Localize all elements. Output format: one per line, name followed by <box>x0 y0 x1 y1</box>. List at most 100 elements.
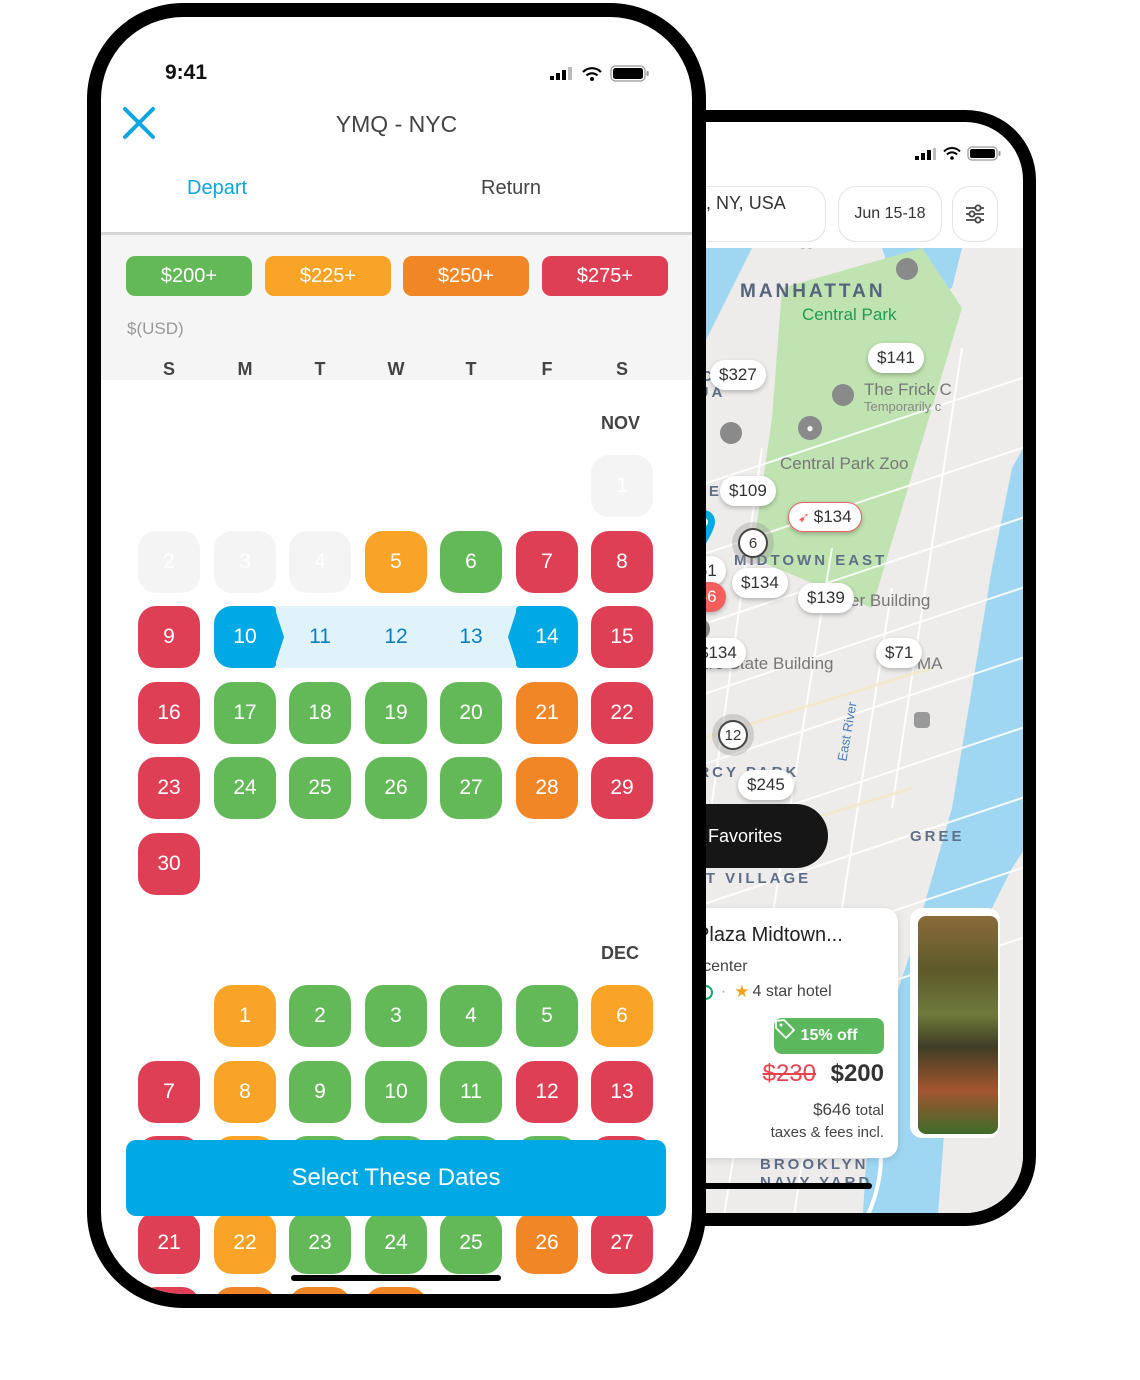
calendar-day[interactable]: 6 <box>591 985 653 1047</box>
calendar-day[interactable]: 18 <box>289 681 351 744</box>
calendar-day[interactable]: 11 <box>440 1060 502 1123</box>
favorites-label: Favorites <box>708 825 783 846</box>
calendar-day[interactable]: 30 <box>289 1287 351 1294</box>
calendar-day-selected[interactable]: 10 <box>214 606 284 668</box>
calendar-day[interactable]: 31 <box>365 1287 427 1294</box>
calendar-day[interactable]: 27 <box>440 757 502 819</box>
calendar-day[interactable]: 15 <box>591 606 653 668</box>
calendar-day[interactable]: 21 <box>138 1211 200 1274</box>
calendar-day[interactable]: 29 <box>591 757 653 819</box>
calendar-day[interactable]: 6 <box>440 530 502 593</box>
map-label-central-park: Central Park <box>802 305 897 324</box>
calendar-day[interactable]: 17 <box>214 681 276 744</box>
calendar-day[interactable]: 23 <box>289 1211 351 1274</box>
calendar-day[interactable]: 22 <box>591 681 653 744</box>
hotel-cluster[interactable]: 12 <box>718 720 748 750</box>
calendar-day[interactable]: 20 <box>440 681 502 744</box>
map-label-frick: The Frick C <box>864 380 952 399</box>
calendar-day[interactable]: 5 <box>516 985 578 1047</box>
calendar-day[interactable]: 10 <box>365 1060 427 1123</box>
calendar-day[interactable]: 28 <box>516 757 578 819</box>
next-hotel-card[interactable] <box>910 908 1000 1138</box>
calendar-day[interactable]: 12 <box>516 1060 578 1123</box>
calendar-day[interactable]: 1 <box>214 985 276 1047</box>
calendar-day[interactable]: 7 <box>138 1060 200 1123</box>
filter-button[interactable] <box>952 186 998 242</box>
museum-icon <box>832 384 854 406</box>
calendar-day[interactable]: 25 <box>440 1211 502 1274</box>
location-text: k, NY, USA <box>697 193 786 213</box>
date-range-button[interactable]: Jun 15-18 <box>838 186 942 242</box>
calendar-day[interactable]: 7 <box>516 530 578 593</box>
calendar-day[interactable]: 3 <box>365 985 427 1047</box>
wifi-icon <box>943 147 961 160</box>
calendar-day[interactable]: 19 <box>365 681 427 744</box>
hotel-photo <box>918 916 998 1134</box>
deal-price-pin[interactable]: ➹ $134 <box>788 502 862 532</box>
tag-icon <box>775 1019 795 1039</box>
price-pin[interactable]: $327 <box>710 360 766 390</box>
price-pin[interactable]: $109 <box>720 476 776 506</box>
calendar-day[interactable]: 28 <box>138 1287 200 1294</box>
weekday-label: S <box>615 359 628 379</box>
calendar-day[interactable]: 30 <box>138 832 200 895</box>
favorites-button[interactable]: Favorites <box>632 804 783 847</box>
calendar-day[interactable]: 13 <box>591 1060 653 1123</box>
discount-badge: 15% off <box>774 1018 884 1054</box>
legend-chip-225: $225+ <box>265 256 391 296</box>
battery-icon <box>967 146 1001 161</box>
calendar-day[interactable]: 13 <box>440 606 502 668</box>
calendar-day[interactable]: 29 <box>214 1287 276 1294</box>
calendar-day-selected[interactable]: 14 <box>508 606 578 668</box>
tab-depart[interactable]: Depart <box>187 177 247 200</box>
calendar-day[interactable]: 5 <box>365 530 427 593</box>
calendar-day[interactable]: 22 <box>214 1211 276 1274</box>
calendar-day[interactable]: 24 <box>365 1211 427 1274</box>
calendar-day[interactable]: 12 <box>365 606 427 668</box>
calendar-day[interactable]: 2 <box>289 985 351 1047</box>
select-dates-button[interactable]: Select These Dates <box>126 1140 666 1216</box>
calendar-day[interactable]: 16 <box>138 681 200 744</box>
calendar-day[interactable]: 23 <box>138 757 200 819</box>
flight-calendar-screen: 9:41 YMQ - NYC Depart Return $200+ $225+… <box>101 17 692 1294</box>
month-label: NOV <box>601 413 641 433</box>
total-price: $646 total <box>813 1100 884 1119</box>
original-price: $230 <box>762 1060 816 1087</box>
calendar-day[interactable]: 9 <box>138 606 200 668</box>
map-label-manhattan: MANHATTAN <box>740 281 886 302</box>
calendar-day-disabled: 1 <box>591 455 653 517</box>
calendar-day[interactable]: 9 <box>289 1060 351 1123</box>
map-label-chrysler: er Building <box>850 591 931 610</box>
hotel-cluster[interactable]: 6 <box>738 528 768 558</box>
calendar-day[interactable]: 8 <box>591 530 653 593</box>
month-label: DEC <box>601 943 640 963</box>
price-pin[interactable]: $71 <box>876 638 923 668</box>
price-pin[interactable]: $134 <box>732 568 788 598</box>
calendar-day[interactable]: 21 <box>516 681 578 744</box>
calendar-day[interactable]: 8 <box>214 1060 276 1123</box>
zoo-paw-icon: ● <box>798 416 822 440</box>
calendar-day[interactable]: 26 <box>516 1211 578 1274</box>
weekday-label: T <box>465 359 477 379</box>
weekday-label: W <box>387 359 405 379</box>
price-pin[interactable]: $245 <box>738 770 794 800</box>
calendar-day[interactable]: 26 <box>365 757 427 819</box>
calendar-day[interactable]: 27 <box>591 1211 653 1274</box>
legend-chip-275: $275+ <box>542 256 668 296</box>
currency-label: $(USD) <box>127 319 184 338</box>
battery-icon <box>610 65 649 82</box>
calendar-day[interactable]: 24 <box>214 757 276 819</box>
weekday-label: M <box>237 359 253 379</box>
calendar-day[interactable]: 11 <box>289 606 351 668</box>
transit-icon <box>914 712 930 728</box>
tab-return[interactable]: Return <box>481 177 541 200</box>
date-range-text: Jun 15-18 <box>854 205 926 222</box>
status-time: 9:41 <box>165 61 208 84</box>
calendar-day[interactable]: 25 <box>289 757 351 819</box>
sliders-icon <box>966 204 984 224</box>
wifi-icon <box>582 66 602 81</box>
status-bar-icons <box>915 146 1001 161</box>
price-pin[interactable]: $141 <box>868 343 924 373</box>
price-pin[interactable]: $139 <box>798 583 854 613</box>
calendar-day[interactable]: 4 <box>440 985 502 1047</box>
